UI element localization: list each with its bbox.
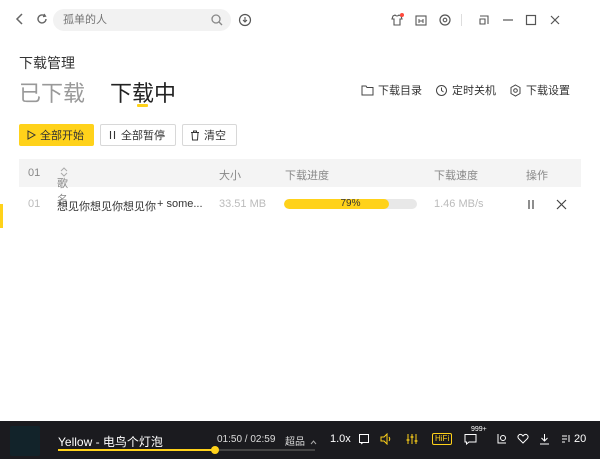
pause-all-label: 全部暂停 (121, 130, 165, 142)
seek-fill (58, 449, 215, 451)
mail-icon[interactable] (413, 12, 429, 28)
tab-downloaded[interactable]: 已下载 (19, 76, 85, 108)
hifi-label: HiFi (432, 433, 453, 445)
total-time: 02:59 (250, 434, 276, 445)
download-icon[interactable] (539, 433, 550, 445)
table-header: 01 歌名 大小 下载进度 下载速度 操作 (19, 159, 581, 206)
search-box (53, 9, 231, 31)
search-input[interactable] (63, 9, 203, 31)
row-size: 33.51 MB (219, 198, 267, 210)
heart-icon[interactable] (517, 433, 529, 444)
lyrics-search-icon[interactable] (496, 433, 508, 445)
column-size: 大小 (219, 170, 241, 182)
download-settings-label: 下载设置 (526, 85, 570, 97)
close-icon[interactable] (554, 197, 568, 211)
column-progress: 下载进度 (285, 170, 329, 182)
back-icon[interactable] (12, 11, 28, 27)
clear-label: 清空 (204, 130, 226, 142)
album-cover[interactable] (10, 426, 40, 456)
download-folder-label: 下载目录 (378, 85, 422, 97)
column-speed: 下载速度 (434, 170, 478, 182)
now-playing-title[interactable]: Yellow - 电鸟个灯泡 (58, 433, 163, 450)
minimize-icon[interactable] (500, 12, 516, 28)
current-time: 01:50 (217, 434, 243, 445)
skin-icon[interactable] (389, 12, 405, 28)
page-title: 下载管理 (19, 55, 75, 71)
timer-shutdown-link[interactable]: 定时关机 (435, 82, 496, 98)
settings-icon[interactable] (437, 12, 453, 28)
comments-count: 999+ (471, 426, 487, 433)
playlist-count: 20 (574, 433, 587, 445)
search-icon[interactable] (210, 13, 224, 27)
play-icon (27, 130, 36, 140)
start-all-label: 全部开始 (40, 130, 84, 142)
download-folder-link[interactable]: 下载目录 (361, 82, 422, 98)
row-index: 01 (28, 198, 41, 210)
quality-label: 超品 (285, 437, 305, 448)
maximize-icon[interactable] (523, 12, 539, 28)
volume-icon[interactable] (380, 433, 393, 445)
timer-shutdown-label: 定时关机 (452, 85, 496, 97)
topbar-divider (461, 14, 462, 26)
gear-icon (510, 83, 521, 97)
playback-time: 01:50 / 02:59 (217, 434, 276, 445)
pause-icon (108, 130, 117, 140)
equalizer-icon[interactable] (406, 433, 418, 445)
close-icon[interactable] (547, 12, 563, 28)
chevron-up-icon (310, 440, 317, 445)
top-bar (0, 0, 600, 40)
pause-all-button[interactable]: 全部暂停 (100, 124, 176, 146)
lyrics-icon[interactable] (358, 433, 370, 445)
comments-icon[interactable] (464, 433, 477, 445)
player-bar: Yellow - 电鸟个灯泡 01:50 / 02:59 超品 1.0x HiF… (0, 421, 600, 459)
playback-speed-button[interactable]: 1.0x (330, 433, 351, 445)
recognize-icon[interactable] (237, 12, 253, 28)
left-accent-bar (0, 204, 3, 228)
column-ops: 操作 (526, 170, 548, 182)
refresh-icon[interactable] (34, 11, 50, 27)
folder-icon (361, 85, 374, 96)
start-all-button[interactable]: 全部开始 (19, 124, 94, 146)
row-song-extra: + some... (157, 198, 203, 210)
quality-selector[interactable]: 超品 (285, 433, 317, 448)
column-index: 01 (28, 167, 41, 179)
download-settings-link[interactable]: 下载设置 (509, 82, 570, 98)
table-row[interactable]: 01 想见你想见你想见你 + some... 33.51 MB 79% 1.46… (19, 190, 581, 218)
playlist-icon (562, 435, 570, 443)
progress-bar: 79% (284, 199, 417, 209)
playlist-button[interactable]: 20 (561, 433, 586, 445)
seek-bar[interactable] (58, 446, 315, 454)
timer-icon (436, 84, 447, 96)
row-speed: 1.46 MB/s (434, 198, 484, 210)
column-name[interactable]: 歌名 (57, 167, 68, 206)
hifi-badge[interactable]: HiFi (432, 433, 453, 445)
mini-mode-icon[interactable] (476, 12, 492, 28)
clear-button[interactable]: 清空 (182, 124, 237, 146)
trash-icon (190, 130, 200, 141)
row-song-name: 想见你想见你想见你 (57, 201, 156, 213)
progress-label: 79% (340, 199, 361, 209)
active-tab-indicator (137, 104, 148, 107)
pause-icon[interactable] (524, 197, 538, 211)
seek-handle[interactable] (210, 446, 219, 454)
